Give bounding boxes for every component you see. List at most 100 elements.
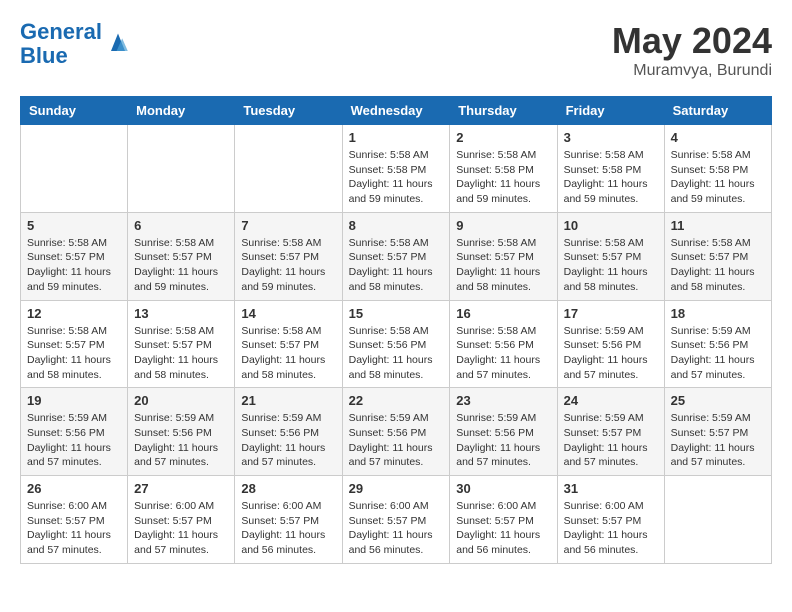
day-number: 24 bbox=[564, 393, 658, 408]
calendar-cell: 24 Sunrise: 5:59 AM Sunset: 5:57 PM Dayli… bbox=[557, 388, 664, 476]
day-number: 1 bbox=[349, 130, 444, 145]
day-number: 17 bbox=[564, 306, 658, 321]
calendar-week-2: 5Sunrise: 5:58 AM Sunset: 5:57 PM Daylig… bbox=[21, 212, 772, 300]
calendar-cell: 20 Sunrise: 5:59 AM Sunset: 5:56 PM Dayli… bbox=[128, 388, 235, 476]
calendar-header-row: SundayMondayTuesdayWednesdayThursdayFrid… bbox=[21, 97, 772, 125]
calendar-cell: 5Sunrise: 5:58 AM Sunset: 5:57 PM Daylig… bbox=[21, 212, 128, 300]
day-number: 19 bbox=[27, 393, 121, 408]
day-info: Sunrise: 5:59 AM Sunset: 5:57 PM Dayligh… bbox=[564, 411, 658, 470]
day-info: Sunrise: 5:58 AM Sunset: 5:58 PM Dayligh… bbox=[349, 148, 444, 207]
calendar-cell: 18 Sunrise: 5:59 AM Sunset: 5:56 PM Dayli… bbox=[664, 300, 771, 388]
calendar-cell: 7Sunrise: 5:58 AM Sunset: 5:57 PM Daylig… bbox=[235, 212, 342, 300]
day-info: Sunrise: 5:58 AM Sunset: 5:57 PM Dayligh… bbox=[564, 236, 658, 295]
day-info: Sunrise: 5:59 AM Sunset: 5:56 PM Dayligh… bbox=[134, 411, 228, 470]
day-number: 21 bbox=[241, 393, 335, 408]
day-info: Sunrise: 6:00 AM Sunset: 5:57 PM Dayligh… bbox=[349, 499, 444, 558]
weekday-header-saturday: Saturday bbox=[664, 97, 771, 125]
calendar-cell bbox=[664, 476, 771, 564]
day-info: Sunrise: 5:58 AM Sunset: 5:57 PM Dayligh… bbox=[349, 236, 444, 295]
logo-text: General Blue bbox=[20, 20, 102, 68]
calendar-week-4: 19 Sunrise: 5:59 AM Sunset: 5:56 PM Dayli… bbox=[21, 388, 772, 476]
day-info: Sunrise: 6:00 AM Sunset: 5:57 PM Dayligh… bbox=[27, 499, 121, 558]
day-number: 18 bbox=[671, 306, 765, 321]
calendar-cell: 2Sunrise: 5:58 AM Sunset: 5:58 PM Daylig… bbox=[450, 125, 557, 213]
day-number: 15 bbox=[349, 306, 444, 321]
weekday-header-wednesday: Wednesday bbox=[342, 97, 450, 125]
day-info: Sunrise: 5:58 AM Sunset: 5:57 PM Dayligh… bbox=[27, 236, 121, 295]
day-number: 4 bbox=[671, 130, 765, 145]
day-number: 27 bbox=[134, 481, 228, 496]
calendar-cell: 25 Sunrise: 5:59 AM Sunset: 5:57 PM Dayli… bbox=[664, 388, 771, 476]
day-number: 28 bbox=[241, 481, 335, 496]
day-info: Sunrise: 5:58 AM Sunset: 5:57 PM Dayligh… bbox=[241, 236, 335, 295]
day-info: Sunrise: 5:59 AM Sunset: 5:56 PM Dayligh… bbox=[456, 411, 550, 470]
day-number: 13 bbox=[134, 306, 228, 321]
weekday-header-friday: Friday bbox=[557, 97, 664, 125]
calendar-cell: 16Sunrise: 5:58 AM Sunset: 5:56 PM Dayli… bbox=[450, 300, 557, 388]
day-number: 6 bbox=[134, 218, 228, 233]
weekday-header-sunday: Sunday bbox=[21, 97, 128, 125]
page-header: General Blue May 2024 Muramvya, Burundi bbox=[20, 20, 772, 80]
day-info: Sunrise: 5:58 AM Sunset: 5:56 PM Dayligh… bbox=[349, 324, 444, 383]
day-info: Sunrise: 5:58 AM Sunset: 5:57 PM Dayligh… bbox=[27, 324, 121, 383]
day-number: 10 bbox=[564, 218, 658, 233]
day-info: Sunrise: 6:00 AM Sunset: 5:57 PM Dayligh… bbox=[564, 499, 658, 558]
day-info: Sunrise: 6:00 AM Sunset: 5:57 PM Dayligh… bbox=[134, 499, 228, 558]
weekday-header-thursday: Thursday bbox=[450, 97, 557, 125]
calendar-table: SundayMondayTuesdayWednesdayThursdayFrid… bbox=[20, 96, 772, 564]
day-info: Sunrise: 5:59 AM Sunset: 5:56 PM Dayligh… bbox=[241, 411, 335, 470]
calendar-cell: 8 Sunrise: 5:58 AM Sunset: 5:57 PM Daylig… bbox=[342, 212, 450, 300]
day-number: 30 bbox=[456, 481, 550, 496]
day-info: Sunrise: 5:59 AM Sunset: 5:56 PM Dayligh… bbox=[349, 411, 444, 470]
day-info: Sunrise: 5:58 AM Sunset: 5:57 PM Dayligh… bbox=[456, 236, 550, 295]
calendar-cell: 3 Sunrise: 5:58 AM Sunset: 5:58 PM Daylig… bbox=[557, 125, 664, 213]
day-number: 20 bbox=[134, 393, 228, 408]
calendar-cell: 10 Sunrise: 5:58 AM Sunset: 5:57 PM Dayli… bbox=[557, 212, 664, 300]
day-info: Sunrise: 5:58 AM Sunset: 5:56 PM Dayligh… bbox=[456, 324, 550, 383]
calendar-cell: 30 Sunrise: 6:00 AM Sunset: 5:57 PM Dayli… bbox=[450, 476, 557, 564]
calendar-cell: 23 Sunrise: 5:59 AM Sunset: 5:56 PM Dayli… bbox=[450, 388, 557, 476]
calendar-cell: 27 Sunrise: 6:00 AM Sunset: 5:57 PM Dayli… bbox=[128, 476, 235, 564]
calendar-cell: 11Sunrise: 5:58 AM Sunset: 5:57 PM Dayli… bbox=[664, 212, 771, 300]
weekday-header-monday: Monday bbox=[128, 97, 235, 125]
calendar-cell: 19 Sunrise: 5:59 AM Sunset: 5:56 PM Dayli… bbox=[21, 388, 128, 476]
day-info: Sunrise: 5:59 AM Sunset: 5:56 PM Dayligh… bbox=[27, 411, 121, 470]
calendar-cell: 22 Sunrise: 5:59 AM Sunset: 5:56 PM Dayli… bbox=[342, 388, 450, 476]
month-title: May 2024 bbox=[612, 20, 772, 62]
calendar-cell: 31Sunrise: 6:00 AM Sunset: 5:57 PM Dayli… bbox=[557, 476, 664, 564]
calendar-cell: 28Sunrise: 6:00 AM Sunset: 5:57 PM Dayli… bbox=[235, 476, 342, 564]
day-number: 14 bbox=[241, 306, 335, 321]
calendar-cell: 14Sunrise: 5:58 AM Sunset: 5:57 PM Dayli… bbox=[235, 300, 342, 388]
calendar-cell: 6Sunrise: 5:58 AM Sunset: 5:57 PM Daylig… bbox=[128, 212, 235, 300]
calendar-cell: 13Sunrise: 5:58 AM Sunset: 5:57 PM Dayli… bbox=[128, 300, 235, 388]
day-number: 3 bbox=[564, 130, 658, 145]
day-number: 2 bbox=[456, 130, 550, 145]
title-area: May 2024 Muramvya, Burundi bbox=[612, 20, 772, 80]
day-number: 26 bbox=[27, 481, 121, 496]
day-number: 29 bbox=[349, 481, 444, 496]
location: Muramvya, Burundi bbox=[612, 62, 772, 80]
calendar-cell bbox=[128, 125, 235, 213]
calendar-week-3: 12 Sunrise: 5:58 AM Sunset: 5:57 PM Dayli… bbox=[21, 300, 772, 388]
day-number: 23 bbox=[456, 393, 550, 408]
day-info: Sunrise: 5:59 AM Sunset: 5:56 PM Dayligh… bbox=[564, 324, 658, 383]
day-info: Sunrise: 6:00 AM Sunset: 5:57 PM Dayligh… bbox=[456, 499, 550, 558]
calendar-cell: 21 Sunrise: 5:59 AM Sunset: 5:56 PM Dayli… bbox=[235, 388, 342, 476]
calendar-week-5: 26 Sunrise: 6:00 AM Sunset: 5:57 PM Dayli… bbox=[21, 476, 772, 564]
day-info: Sunrise: 5:58 AM Sunset: 5:57 PM Dayligh… bbox=[671, 236, 765, 295]
day-info: Sunrise: 5:59 AM Sunset: 5:57 PM Dayligh… bbox=[671, 411, 765, 470]
calendar-cell bbox=[21, 125, 128, 213]
calendar-cell: 15 Sunrise: 5:58 AM Sunset: 5:56 PM Dayli… bbox=[342, 300, 450, 388]
day-info: Sunrise: 5:58 AM Sunset: 5:58 PM Dayligh… bbox=[671, 148, 765, 207]
calendar-cell: 9 Sunrise: 5:58 AM Sunset: 5:57 PM Daylig… bbox=[450, 212, 557, 300]
day-number: 8 bbox=[349, 218, 444, 233]
day-number: 25 bbox=[671, 393, 765, 408]
day-number: 22 bbox=[349, 393, 444, 408]
logo: General Blue bbox=[20, 20, 132, 68]
day-info: Sunrise: 5:59 AM Sunset: 5:56 PM Dayligh… bbox=[671, 324, 765, 383]
day-number: 9 bbox=[456, 218, 550, 233]
calendar-week-1: 1 Sunrise: 5:58 AM Sunset: 5:58 PM Daylig… bbox=[21, 125, 772, 213]
day-number: 12 bbox=[27, 306, 121, 321]
calendar-cell: 1 Sunrise: 5:58 AM Sunset: 5:58 PM Daylig… bbox=[342, 125, 450, 213]
day-info: Sunrise: 5:58 AM Sunset: 5:58 PM Dayligh… bbox=[564, 148, 658, 207]
